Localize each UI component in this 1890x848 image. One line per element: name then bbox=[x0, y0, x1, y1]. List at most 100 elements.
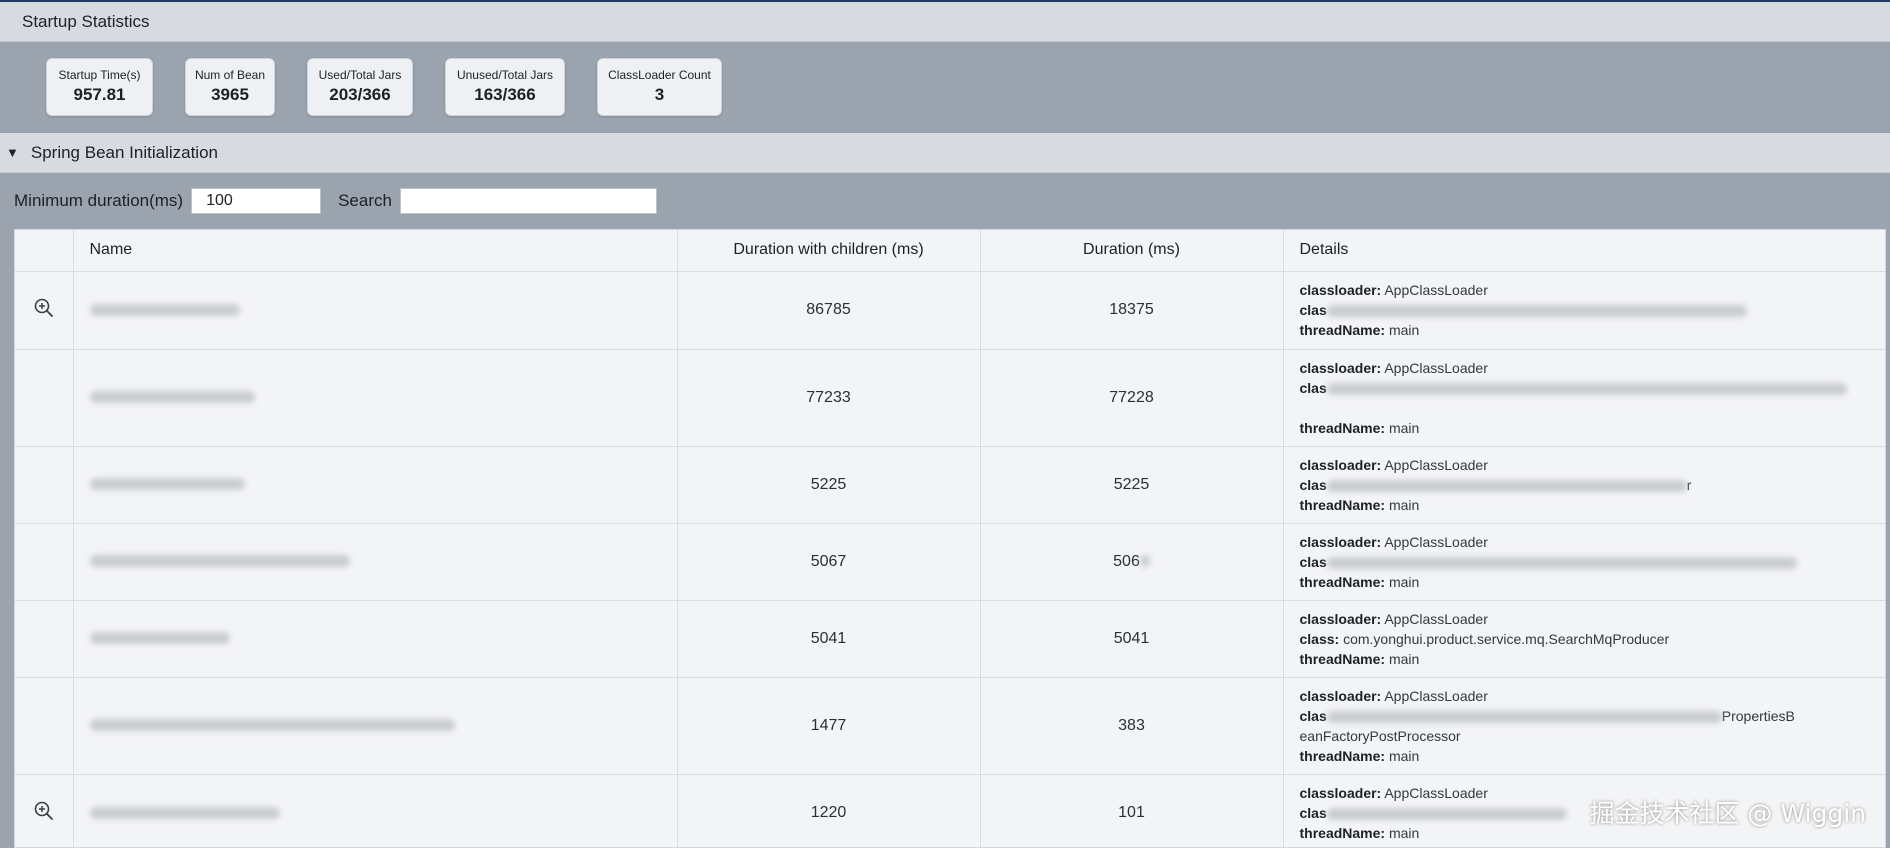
duration-cell: 77228 bbox=[980, 349, 1284, 447]
stat-card-used-jars: Used/Total Jars 203/366 bbox=[307, 58, 413, 116]
row-zoom-cell bbox=[15, 446, 74, 524]
collapse-caret-icon[interactable]: ▼ bbox=[6, 145, 19, 160]
stat-label: Startup Time(s) bbox=[58, 68, 141, 82]
duration-cell: 18375 bbox=[980, 271, 1284, 350]
detail-key-thread: threadName: bbox=[1299, 573, 1386, 590]
stat-card-startup-time: Startup Time(s) 957.81 bbox=[46, 58, 153, 116]
min-duration-label: Minimum duration(ms) bbox=[14, 191, 184, 210]
stat-value: 3 bbox=[654, 85, 665, 104]
table-header-row: Name Duration with children (ms) Duratio… bbox=[15, 230, 1885, 272]
detail-class-value: com.yonghui.product.service.mq.SearchMqP… bbox=[1343, 630, 1670, 647]
stat-label: Num of Bean bbox=[194, 68, 266, 82]
col-header-duration-children[interactable]: Duration with children (ms) bbox=[677, 230, 981, 272]
detail-key-classloader: classloader: bbox=[1299, 533, 1382, 550]
col-header-details: Details bbox=[1283, 230, 1885, 272]
detail-classloader-value: AppClassLoader bbox=[1384, 456, 1488, 473]
detail-key-class-full: class: bbox=[1299, 630, 1340, 647]
detail-key-class: clas bbox=[1299, 476, 1327, 493]
stat-card-num-of-bean: Num of Bean 3965 bbox=[185, 58, 275, 116]
details-cell: classloader: AppClassLoader clas Properti… bbox=[1283, 677, 1885, 775]
detail-class-value: PropertiesB bbox=[1721, 707, 1795, 724]
min-duration-input[interactable] bbox=[191, 188, 322, 214]
search-input[interactable] bbox=[399, 188, 657, 214]
redacted-name bbox=[89, 478, 245, 491]
zoom-in-icon[interactable] bbox=[33, 800, 55, 822]
col-header-expand bbox=[15, 230, 74, 272]
duration-cell: 101 bbox=[980, 774, 1284, 847]
detail-key-class: clas bbox=[1299, 707, 1327, 724]
detail-key-thread: threadName: bbox=[1299, 419, 1386, 436]
bean-name-cell bbox=[73, 271, 678, 350]
detail-key-classloader: classloader: bbox=[1299, 785, 1382, 801]
detail-key-class: clas bbox=[1299, 302, 1327, 318]
detail-key-classloader: classloader: bbox=[1299, 282, 1382, 298]
detail-thread-value: main bbox=[1388, 747, 1420, 764]
details-cell: classloader: AppClassLoader clas threadN… bbox=[1283, 271, 1885, 350]
detail-thread-value: main bbox=[1388, 825, 1420, 841]
duration-value: 506 bbox=[1113, 552, 1140, 570]
detail-classloader-value: AppClassLoader bbox=[1384, 359, 1488, 376]
duration-cell: 383 bbox=[980, 677, 1284, 775]
redacted-class bbox=[1326, 710, 1722, 723]
detail-key-thread: threadName: bbox=[1299, 496, 1386, 513]
row-zoom-cell[interactable] bbox=[15, 271, 74, 350]
duration-children-cell: 77233 bbox=[677, 349, 981, 447]
spring-bean-init-title: Spring Bean Initialization bbox=[30, 142, 218, 162]
stat-value: 3965 bbox=[211, 85, 249, 104]
table-row: 5067 506 classloader: AppClassLoader cla… bbox=[15, 523, 1885, 601]
stat-card-classloader-count: ClassLoader Count 3 bbox=[597, 58, 722, 116]
stats-row: Startup Time(s) 957.81 Num of Bean 3965 … bbox=[0, 42, 1890, 132]
bean-name-cell bbox=[73, 677, 678, 775]
detail-classloader-value: AppClassLoader bbox=[1384, 533, 1488, 550]
duration-cell: 5225 bbox=[980, 446, 1284, 524]
redacted-name bbox=[89, 555, 350, 568]
detail-key-class: clas bbox=[1299, 805, 1327, 821]
redacted-class bbox=[1326, 305, 1747, 318]
stat-value: 203/366 bbox=[329, 85, 391, 104]
detail-thread-value: main bbox=[1388, 573, 1420, 590]
bean-table: Name Duration with children (ms) Duratio… bbox=[15, 230, 1885, 847]
detail-key-thread: threadName: bbox=[1299, 322, 1386, 338]
stat-label: ClassLoader Count bbox=[608, 68, 711, 82]
bean-table-container[interactable]: Name Duration with children (ms) Duratio… bbox=[14, 229, 1886, 848]
duration-children-cell: 5067 bbox=[677, 523, 981, 601]
redacted-name bbox=[89, 303, 240, 316]
col-header-name[interactable]: Name bbox=[73, 230, 678, 272]
redacted-digit bbox=[1139, 555, 1150, 568]
detail-classloader-value: AppClassLoader bbox=[1384, 610, 1488, 627]
bean-name-cell bbox=[73, 600, 678, 678]
detail-thread-value: main bbox=[1388, 496, 1420, 513]
col-header-duration[interactable]: Duration (ms) bbox=[980, 230, 1284, 272]
detail-key-classloader: classloader: bbox=[1299, 610, 1382, 627]
duration-children-cell: 1220 bbox=[677, 774, 981, 847]
detail-key-classloader: classloader: bbox=[1299, 456, 1382, 473]
details-cell: classloader: AppClassLoader clas threadN… bbox=[1283, 349, 1885, 447]
bean-name-cell bbox=[73, 774, 678, 847]
redacted-name bbox=[89, 806, 280, 819]
row-zoom-cell[interactable] bbox=[15, 774, 74, 847]
zoom-in-icon[interactable] bbox=[33, 297, 55, 319]
detail-thread-value: main bbox=[1388, 419, 1420, 436]
table-row: 77233 77228 classloader: AppClassLoader … bbox=[15, 349, 1885, 447]
row-zoom-cell bbox=[15, 600, 74, 678]
details-cell: classloader: AppClassLoader clas threadN… bbox=[1283, 523, 1885, 601]
table-row: 86785 18375 classloader: AppClassLoader … bbox=[15, 271, 1885, 350]
detail-classloader-value: AppClassLoader bbox=[1384, 687, 1488, 704]
stat-value: 957.81 bbox=[73, 85, 126, 104]
detail-key-class: clas bbox=[1299, 553, 1327, 570]
row-zoom-cell bbox=[15, 523, 74, 601]
redacted-name bbox=[89, 719, 455, 732]
detail-thread-value: main bbox=[1388, 322, 1420, 338]
stat-label: Used/Total Jars bbox=[318, 68, 402, 82]
duration-children-cell: 5225 bbox=[677, 446, 981, 524]
startup-statistics-title: Startup Statistics bbox=[22, 11, 150, 31]
detail-key-thread: threadName: bbox=[1299, 825, 1386, 841]
detail-key-thread: threadName: bbox=[1299, 650, 1386, 667]
spring-bean-init-header[interactable]: ▼ Spring Bean Initialization bbox=[0, 133, 1890, 173]
detail-class-wrap: eanFactoryPostProcessor bbox=[1299, 727, 1461, 744]
detail-key-class: clas bbox=[1299, 379, 1327, 396]
detail-class-value: r bbox=[1686, 476, 1692, 493]
stat-label: Unused/Total Jars bbox=[456, 68, 554, 82]
bean-name-cell bbox=[73, 349, 678, 447]
details-cell: classloader: AppClassLoader class: com.y… bbox=[1283, 600, 1885, 678]
